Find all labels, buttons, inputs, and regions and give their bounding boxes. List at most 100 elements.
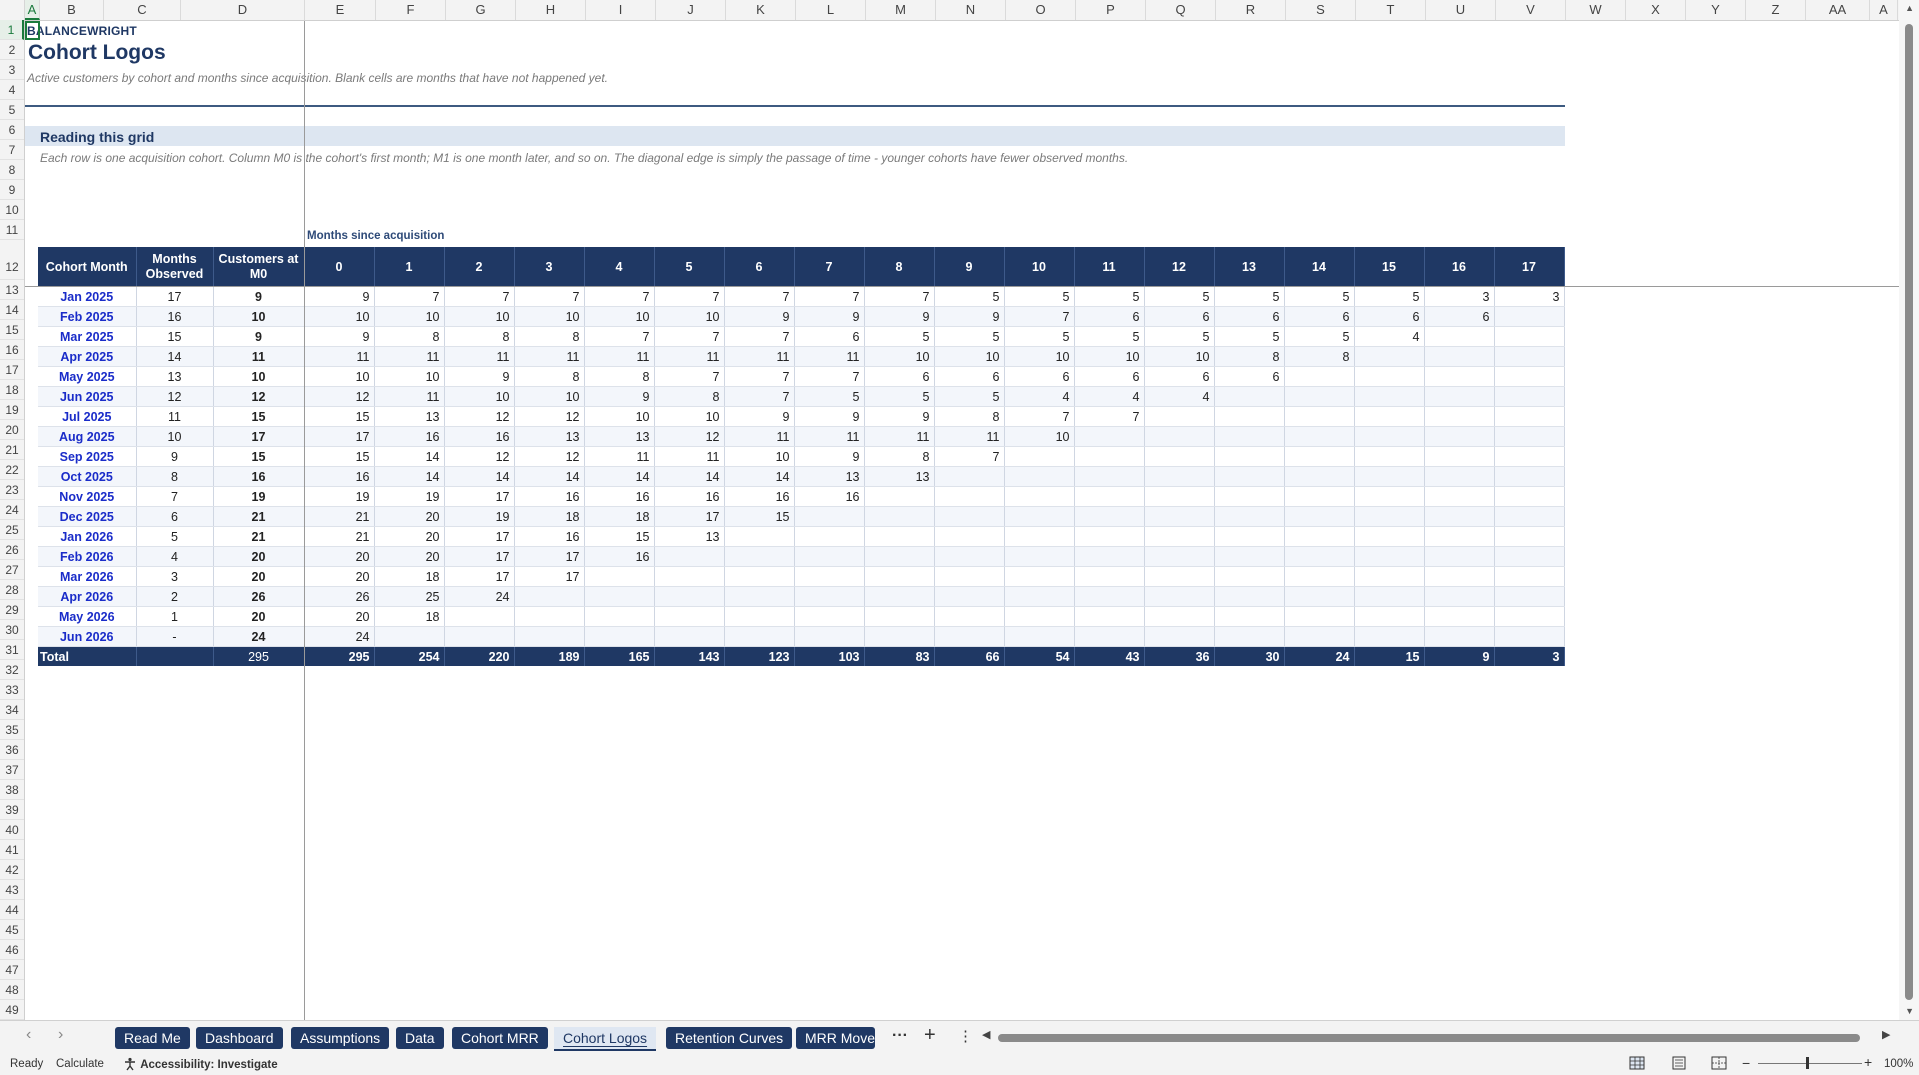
retention-value-cell[interactable] xyxy=(1354,546,1425,567)
column-header[interactable]: U xyxy=(1426,0,1496,20)
retention-value-cell[interactable]: 5 xyxy=(1284,326,1355,347)
retention-value-cell[interactable] xyxy=(1354,526,1425,547)
retention-value-cell[interactable]: 11 xyxy=(794,426,865,447)
retention-value-cell[interactable]: 20 xyxy=(374,526,445,547)
retention-value-cell[interactable]: 21 xyxy=(304,506,375,527)
retention-value-cell[interactable] xyxy=(864,566,935,587)
retention-value-cell[interactable]: 20 xyxy=(304,546,375,567)
normal-view-icon[interactable] xyxy=(1628,1055,1646,1071)
retention-value-cell[interactable]: 13 xyxy=(794,466,865,487)
retention-value-cell[interactable]: 9 xyxy=(794,446,865,467)
cohort-month-cell[interactable]: Jun 2025 xyxy=(38,386,137,407)
retention-value-cell[interactable] xyxy=(1074,606,1145,627)
row-header[interactable]: 37 xyxy=(0,760,24,780)
retention-value-cell[interactable] xyxy=(1494,466,1565,487)
row-header[interactable]: 29 xyxy=(0,600,24,620)
cohort-month-cell[interactable]: Apr 2026 xyxy=(38,586,137,607)
cohort-month-cell[interactable]: Aug 2025 xyxy=(38,426,137,447)
total-month-cell[interactable]: 66 xyxy=(934,646,1005,666)
retention-value-cell[interactable]: 11 xyxy=(374,346,445,367)
retention-value-cell[interactable] xyxy=(1214,566,1285,587)
retention-value-cell[interactable]: 18 xyxy=(374,566,445,587)
retention-value-cell[interactable] xyxy=(1074,466,1145,487)
retention-value-cell[interactable] xyxy=(1074,426,1145,447)
retention-value-cell[interactable] xyxy=(584,606,655,627)
page-break-preview-icon[interactable] xyxy=(1710,1055,1728,1071)
retention-value-cell[interactable]: 7 xyxy=(934,446,1005,467)
total-month-cell[interactable]: 54 xyxy=(1004,646,1075,666)
column-header[interactable]: L xyxy=(796,0,866,20)
retention-value-cell[interactable]: 11 xyxy=(374,386,445,407)
retention-value-cell[interactable]: 7 xyxy=(1004,406,1075,427)
retention-value-cell[interactable] xyxy=(1004,586,1075,607)
retention-value-cell[interactable] xyxy=(864,486,935,507)
cohort-month-cell[interactable]: Dec 2025 xyxy=(38,506,137,527)
retention-value-cell[interactable] xyxy=(654,626,725,647)
retention-value-cell[interactable] xyxy=(1424,626,1495,647)
row-header[interactable]: 3 xyxy=(0,60,24,80)
cohort-month-cell[interactable]: Oct 2025 xyxy=(38,466,137,487)
retention-value-cell[interactable]: 10 xyxy=(584,406,655,427)
vertical-scrollbar[interactable]: ▲ ▼ xyxy=(1899,0,1919,1020)
calculate-button[interactable]: Calculate xyxy=(56,1058,104,1070)
row-header[interactable]: 20 xyxy=(0,420,24,440)
row-header[interactable]: 27 xyxy=(0,560,24,580)
row-header[interactable]: 10 xyxy=(0,200,24,220)
scroll-left-icon[interactable]: ◀ xyxy=(982,1028,990,1041)
accessibility-status[interactable]: Accessibility: Investigate xyxy=(123,1057,278,1071)
retention-value-cell[interactable]: 15 xyxy=(304,446,375,467)
retention-value-cell[interactable] xyxy=(1424,486,1495,507)
retention-value-cell[interactable]: 5 xyxy=(934,386,1005,407)
months-observed-cell[interactable]: 17 xyxy=(136,287,214,307)
retention-value-cell[interactable] xyxy=(1494,626,1565,647)
retention-value-cell[interactable]: 10 xyxy=(444,306,515,327)
retention-value-cell[interactable] xyxy=(1074,526,1145,547)
row-header[interactable]: 1 xyxy=(0,20,24,40)
retention-value-cell[interactable]: 11 xyxy=(934,426,1005,447)
months-observed-cell[interactable]: 14 xyxy=(136,346,214,367)
row-header[interactable]: 40 xyxy=(0,820,24,840)
retention-value-cell[interactable] xyxy=(1424,606,1495,627)
retention-value-cell[interactable]: 4 xyxy=(1074,386,1145,407)
retention-value-cell[interactable]: 17 xyxy=(444,486,515,507)
cohort-month-cell[interactable]: Jan 2025 xyxy=(38,287,137,307)
cohort-month-cell[interactable]: Mar 2026 xyxy=(38,566,137,587)
row-header[interactable]: 48 xyxy=(0,980,24,1000)
retention-value-cell[interactable] xyxy=(1144,426,1215,447)
zoom-slider-track[interactable] xyxy=(1758,1063,1862,1064)
customers-m0-cell[interactable]: 19 xyxy=(213,486,305,507)
retention-value-cell[interactable] xyxy=(1494,566,1565,587)
retention-value-cell[interactable]: 7 xyxy=(794,366,865,387)
retention-value-cell[interactable] xyxy=(1494,426,1565,447)
retention-value-cell[interactable]: 9 xyxy=(724,406,795,427)
retention-value-cell[interactable]: 20 xyxy=(304,566,375,587)
total-month-cell[interactable]: 43 xyxy=(1074,646,1145,666)
retention-value-cell[interactable]: 7 xyxy=(374,287,445,307)
cohort-month-cell[interactable]: Feb 2025 xyxy=(38,306,137,327)
retention-value-cell[interactable]: 6 xyxy=(1214,366,1285,387)
column-header[interactable]: S xyxy=(1286,0,1356,20)
kebab-vertical-icon[interactable]: ⋮ xyxy=(958,1027,973,1045)
row-header[interactable]: 14 xyxy=(0,300,24,320)
retention-value-cell[interactable] xyxy=(794,506,865,527)
retention-value-cell[interactable] xyxy=(654,586,725,607)
retention-value-cell[interactable] xyxy=(1144,506,1215,527)
retention-value-cell[interactable]: 18 xyxy=(584,506,655,527)
cohort-month-cell[interactable]: Feb 2026 xyxy=(38,546,137,567)
retention-value-cell[interactable] xyxy=(1354,506,1425,527)
retention-value-cell[interactable] xyxy=(1424,466,1495,487)
column-header[interactable]: I xyxy=(586,0,656,20)
customers-m0-cell[interactable]: 20 xyxy=(213,606,305,627)
tab-read-me[interactable]: Read Me xyxy=(115,1027,190,1049)
retention-value-cell[interactable]: 11 xyxy=(584,446,655,467)
retention-value-cell[interactable] xyxy=(934,566,1005,587)
retention-value-cell[interactable] xyxy=(1494,326,1565,347)
cohort-month-cell[interactable]: Jul 2025 xyxy=(38,406,137,427)
customers-m0-cell[interactable]: 11 xyxy=(213,346,305,367)
retention-value-cell[interactable]: 19 xyxy=(304,486,375,507)
retention-value-cell[interactable]: 25 xyxy=(374,586,445,607)
total-month-cell[interactable]: 24 xyxy=(1284,646,1355,666)
retention-value-cell[interactable]: 17 xyxy=(654,506,725,527)
retention-value-cell[interactable] xyxy=(724,626,795,647)
scroll-right-icon[interactable]: ▶ xyxy=(1882,1028,1890,1041)
